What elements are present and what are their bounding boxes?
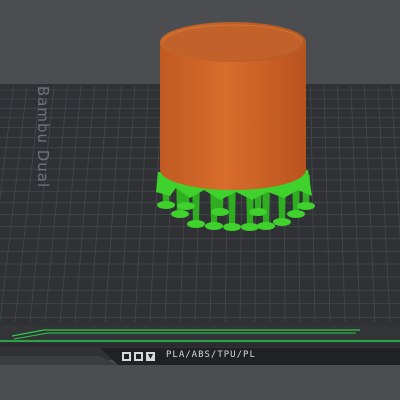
- model-cylinder[interactable]: [160, 22, 306, 190]
- support-foot: [241, 223, 259, 231]
- support-foot: [297, 202, 315, 210]
- support-foot: [205, 222, 223, 230]
- support-foot: [273, 218, 291, 226]
- 3d-viewport[interactable]: Bambu Dual PLA/ABS/TPU/PL: [0, 0, 400, 400]
- support-foot: [187, 220, 205, 228]
- plate-material-label: PLA/ABS/TPU/PL: [166, 350, 256, 360]
- scene-canvas[interactable]: [0, 0, 400, 400]
- plate-logo-icon: [122, 352, 155, 361]
- support-foot: [257, 222, 275, 230]
- support-foot: [211, 208, 229, 216]
- support-foot: [177, 202, 195, 210]
- support-foot: [287, 210, 305, 218]
- support-foot: [249, 208, 267, 216]
- support-foot: [157, 201, 175, 209]
- support-foot: [171, 210, 189, 218]
- support-foot: [223, 223, 241, 231]
- bed-name-label: Bambu Dual: [34, 85, 52, 189]
